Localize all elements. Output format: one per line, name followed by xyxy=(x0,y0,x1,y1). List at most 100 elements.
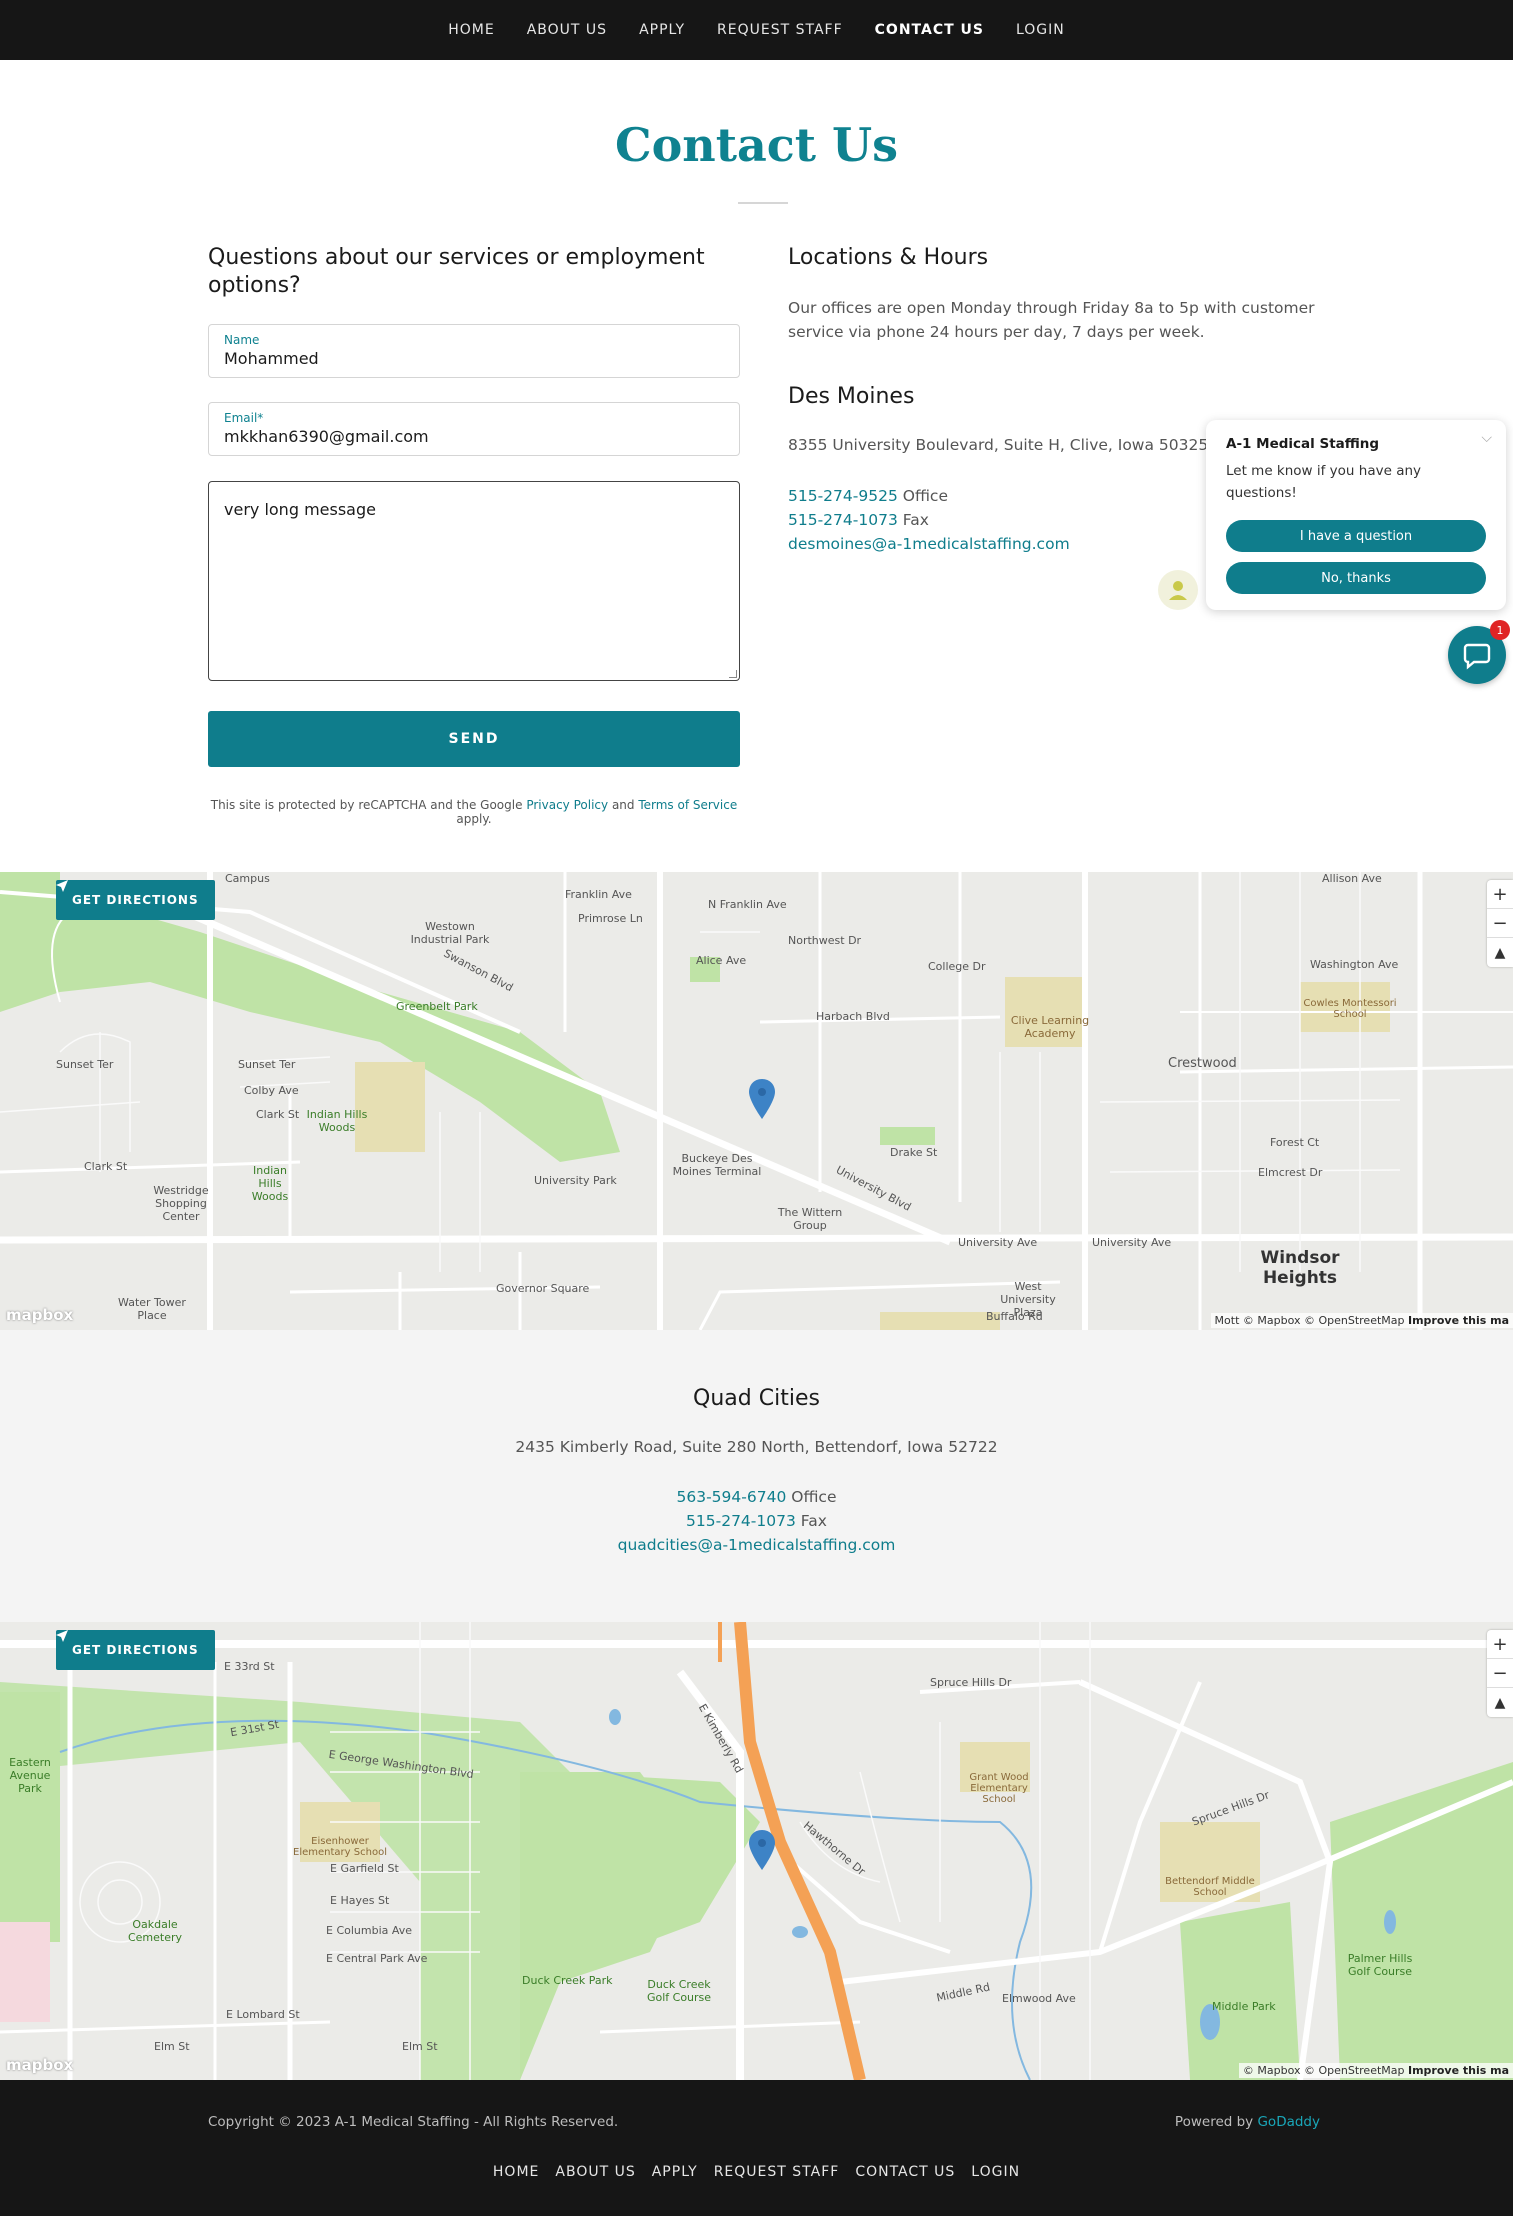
chat-agent-avatar xyxy=(1158,570,1198,610)
navigation-arrow-icon xyxy=(56,1630,68,1642)
zoom-out-button[interactable]: − xyxy=(1487,1659,1513,1688)
des-moines-address: 8355 University Boulevard, Suite H, Cliv… xyxy=(788,436,1209,454)
nav-login[interactable]: LOGIN xyxy=(1016,22,1065,38)
map-label: Buffalo Rd xyxy=(986,1310,1043,1323)
form-heading: Questions about our services or employme… xyxy=(208,245,705,298)
nav-request-staff[interactable]: REQUEST STAFF xyxy=(717,22,843,38)
footer-nav-contact-us[interactable]: CONTACT US xyxy=(855,2164,955,2180)
terms-of-service-link[interactable]: Terms of Service xyxy=(638,798,737,812)
location-pin-icon[interactable] xyxy=(749,1830,775,1870)
chat-bubble-icon xyxy=(1463,643,1491,670)
des-moines-office-phone[interactable]: 515-274-9525 xyxy=(788,487,898,505)
have-question-button[interactable]: I have a question xyxy=(1226,520,1486,552)
map-zoom-controls: + − ▲ xyxy=(1487,1630,1513,1717)
map-label: Greenbelt Park xyxy=(396,1000,478,1013)
send-button[interactable]: SEND xyxy=(208,711,740,767)
quad-cities-office-phone[interactable]: 563-594-6740 xyxy=(677,1488,787,1506)
des-moines-email[interactable]: desmoines@a-1medicalstaffing.com xyxy=(788,535,1070,553)
attribution-text[interactable]: © Mapbox © OpenStreetMap xyxy=(1243,2064,1405,2077)
name-label: Name xyxy=(224,333,260,347)
recaptcha-notice: This site is protected by reCAPTCHA and … xyxy=(208,798,740,826)
hours-text: Our offices are open Monday through Frid… xyxy=(788,299,1315,341)
location-pin-icon[interactable] xyxy=(749,1079,775,1119)
map-label: Clark St xyxy=(84,1160,128,1173)
nav-contact-us[interactable]: CONTACT US xyxy=(875,22,984,38)
improve-map-link[interactable]: Improve this ma xyxy=(1408,2064,1509,2077)
locations-heading: Locations & Hours xyxy=(788,245,989,270)
improve-map-link[interactable]: Improve this ma xyxy=(1408,1314,1509,1327)
powered-by-text: Powered by xyxy=(1174,2114,1254,2130)
email-field[interactable]: Email* mkkhan6390@gmail.com xyxy=(208,402,740,456)
nav-about-us[interactable]: ABOUT US xyxy=(527,22,607,38)
map-label: E Garfield St xyxy=(330,1862,399,1875)
map-label: Alice Ave xyxy=(696,954,747,967)
zoom-in-button[interactable]: + xyxy=(1487,1630,1513,1659)
des-moines-map[interactable]: Campus Franklin Ave Primrose Ln N Frankl… xyxy=(0,872,1513,1330)
quad-cities-email[interactable]: quadcities@a-1medicalstaffing.com xyxy=(618,1536,896,1554)
footer-nav-request-staff[interactable]: REQUEST STAFF xyxy=(714,2164,840,2180)
footer-nav-apply[interactable]: APPLY xyxy=(652,2164,698,2180)
name-field[interactable]: Name Mohammed xyxy=(208,324,740,378)
name-value[interactable]: Mohammed xyxy=(224,349,319,368)
map-label: E 33rd St xyxy=(224,1660,275,1673)
map-label: Clive Learning Academy xyxy=(1010,1014,1090,1040)
footer-nav-home[interactable]: HOME xyxy=(493,2164,539,2180)
map-label: Water Tower Place xyxy=(118,1296,186,1322)
zoom-in-button[interactable]: + xyxy=(1487,880,1513,909)
get-directions-label: GET DIRECTIONS xyxy=(72,893,199,907)
nav-home[interactable]: HOME xyxy=(448,22,494,38)
map-label: Northwest Dr xyxy=(788,934,862,947)
map-label: Allison Ave xyxy=(1322,872,1382,885)
map-label: Elmcrest Dr xyxy=(1258,1166,1323,1179)
map-label: Primrose Ln xyxy=(578,912,643,925)
chat-message: Let me know if you have any questions! xyxy=(1226,463,1422,501)
nav-apply[interactable]: APPLY xyxy=(639,22,685,38)
get-directions-button[interactable]: GET DIRECTIONS xyxy=(56,1630,215,1670)
mapbox-logo[interactable]: mapbox xyxy=(6,1306,73,1324)
mapbox-logo[interactable]: mapbox xyxy=(6,2056,73,2074)
map-label: E Lombard St xyxy=(226,2008,300,2021)
map-label: Indian Hills Woods xyxy=(306,1108,368,1134)
map-label: Oakdale Cemetery xyxy=(127,1918,183,1944)
map-label: Westown Industrial Park xyxy=(410,920,490,946)
attribution-text[interactable]: Mott © Mapbox © OpenStreetMap xyxy=(1215,1314,1405,1327)
compass-button[interactable]: ▲ xyxy=(1487,1688,1513,1717)
powered-by: Powered by GoDaddy xyxy=(1175,2114,1320,2130)
resize-handle[interactable] xyxy=(729,670,737,678)
map-label: Governor Square xyxy=(496,1282,590,1295)
godaddy-link[interactable]: GoDaddy xyxy=(1257,2114,1320,2130)
map-label: Westridge Shopping Center xyxy=(153,1184,209,1223)
recaptcha-apply: apply. xyxy=(456,812,492,826)
message-value[interactable]: very long message xyxy=(224,500,376,519)
map-label: Crestwood xyxy=(1168,1056,1237,1071)
office-label: Office xyxy=(791,1488,837,1506)
quad-cities-contacts: 563-594-6740 Office 515-274-1073 Fax qua… xyxy=(0,1485,1513,1557)
footer-nav-login[interactable]: LOGIN xyxy=(971,2164,1020,2180)
zoom-out-button[interactable]: − xyxy=(1487,909,1513,938)
office-label: Office xyxy=(902,487,948,505)
footer-nav-about-us[interactable]: ABOUT US xyxy=(555,2164,635,2180)
compass-button[interactable]: ▲ xyxy=(1487,938,1513,967)
map-attribution: Mott © Mapbox © OpenStreetMap Improve th… xyxy=(1210,1313,1513,1328)
email-value[interactable]: mkkhan6390@gmail.com xyxy=(224,427,429,446)
map-label: Elm St xyxy=(402,2040,438,2053)
get-directions-button[interactable]: GET DIRECTIONS xyxy=(56,880,215,920)
message-textarea[interactable]: very long message xyxy=(208,481,740,681)
privacy-policy-link[interactable]: Privacy Policy xyxy=(526,798,608,812)
chat-title: A-1 Medical Staffing xyxy=(1226,436,1380,452)
des-moines-fax-phone[interactable]: 515-274-1073 xyxy=(788,511,898,529)
map-label: N Franklin Ave xyxy=(708,898,787,911)
map-label: Palmer Hills Golf Course xyxy=(1347,1952,1413,1978)
quad-cities-fax-phone[interactable]: 515-274-1073 xyxy=(686,1512,796,1530)
map-label: Eastern Avenue Park xyxy=(9,1756,51,1795)
chat-popup: A-1 Medical Staffing ⌵ Let me know if yo… xyxy=(1206,420,1506,610)
map-label: Elm St xyxy=(154,2040,190,2053)
title-divider xyxy=(738,202,788,204)
chevron-down-icon[interactable]: ⌵ xyxy=(1481,430,1492,446)
no-thanks-button[interactable]: No, thanks xyxy=(1226,562,1486,594)
map-label: Indian Hills Woods xyxy=(251,1164,289,1203)
map-attribution: © Mapbox © OpenStreetMap Improve this ma xyxy=(1238,2063,1513,2078)
navigation-arrow-icon xyxy=(56,880,68,892)
quad-cities-map[interactable]: Spruce Hills Dr Spruce Hills Dr E Kimber… xyxy=(0,1622,1513,2080)
map-label: University Ave xyxy=(1092,1236,1172,1249)
